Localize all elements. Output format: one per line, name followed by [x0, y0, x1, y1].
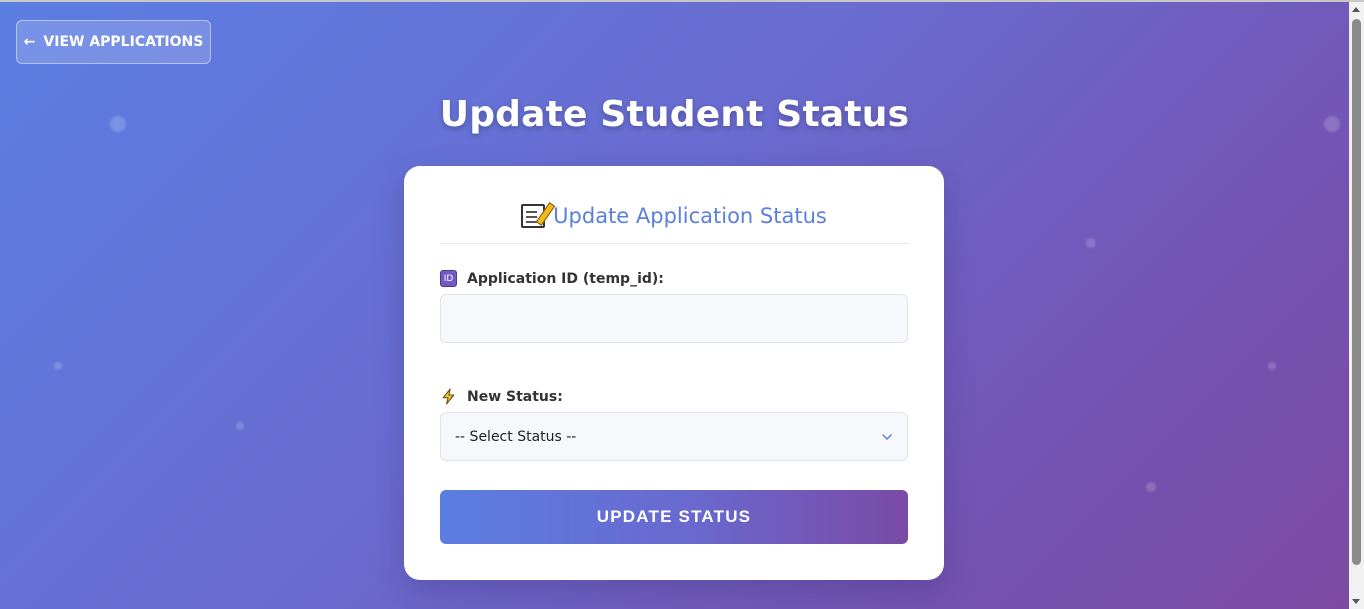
background-bubble [54, 362, 62, 370]
background-bubble [236, 422, 244, 430]
status-select-value: -- Select Status -- [455, 428, 577, 445]
update-status-card: Update Application Status ID Application… [404, 166, 944, 580]
new-status-label: New Status: [440, 388, 563, 405]
memo-icon [521, 204, 546, 228]
status-select[interactable]: -- Select Status -- [440, 412, 908, 461]
scroll-down-arrow-icon[interactable] [1352, 599, 1360, 604]
lightning-icon [442, 388, 455, 405]
background-bubble [1268, 362, 1276, 370]
view-applications-label: VIEW APPLICATIONS [43, 34, 204, 50]
new-status-label-text: New Status: [467, 388, 563, 405]
update-status-button[interactable]: UPDATE STATUS [440, 490, 908, 544]
background-bubble [1086, 238, 1096, 248]
view-applications-button[interactable]: ← VIEW APPLICATIONS [16, 20, 211, 64]
application-id-label: ID Application ID (temp_id): [440, 270, 664, 287]
scrollbar-thumb[interactable] [1352, 19, 1361, 565]
application-id-label-text: Application ID (temp_id): [467, 270, 664, 287]
scroll-up-arrow-icon[interactable] [1352, 7, 1360, 12]
application-id-input[interactable] [440, 294, 908, 343]
card-header: Update Application Status [440, 202, 908, 244]
card-title: Update Application Status [553, 204, 827, 228]
id-icon: ID [440, 270, 457, 287]
vertical-scrollbar[interactable] [1349, 2, 1364, 609]
background-bubble [1146, 482, 1156, 492]
chevron-down-icon [882, 433, 892, 440]
arrow-left-icon: ← [23, 34, 36, 50]
page-title: Update Student Status [439, 94, 910, 135]
page-viewport: ← VIEW APPLICATIONS Update Student Statu… [0, 2, 1349, 609]
